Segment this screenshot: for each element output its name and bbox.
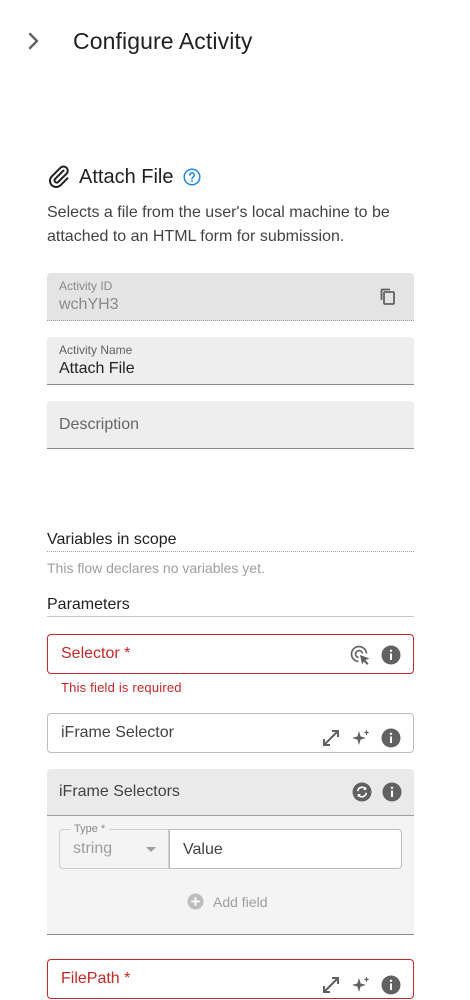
type-label: Type * <box>70 823 110 835</box>
variables-in-scope-title: Variables in scope <box>47 531 414 552</box>
iframe-selectors-header: iFrame Selectors <box>47 769 414 816</box>
description-placeholder: Description <box>59 416 140 433</box>
type-select[interactable]: Type * string <box>59 823 169 869</box>
activity-id-value: wchYH3 <box>59 296 119 313</box>
iframe-selector-field[interactable]: iFrame Selector <box>47 713 414 753</box>
add-field-button[interactable]: Add field <box>187 893 267 910</box>
activity-id-field: Activity ID wchYH3 <box>47 273 414 321</box>
filepath-field[interactable]: FilePath * <box>47 959 414 999</box>
copy-icon[interactable] <box>378 287 398 307</box>
type-value: string <box>73 840 113 857</box>
info-icon[interactable] <box>381 975 401 995</box>
info-icon[interactable] <box>381 645 401 665</box>
panel-header: Configure Activity <box>0 0 470 84</box>
variables-empty-note: This flow declares no variables yet. <box>47 560 265 576</box>
iframe-selectors-panel: iFrame Selectors Type * string Value Add… <box>47 769 414 935</box>
sparkle-icon[interactable] <box>351 728 371 748</box>
info-icon[interactable] <box>381 728 401 748</box>
iframe-selector-label: iFrame Selector <box>61 724 174 741</box>
selector-label: Selector * <box>61 645 131 662</box>
add-field-label: Add field <box>213 893 268 910</box>
value-input[interactable]: Value <box>169 829 402 869</box>
paperclip-icon <box>49 165 69 188</box>
info-icon[interactable] <box>382 782 402 802</box>
activity-name-label: Activity Name <box>59 343 133 357</box>
target-pointer-icon[interactable] <box>349 644 371 666</box>
expand-icon[interactable] <box>321 975 341 995</box>
parameters-title: Parameters <box>47 596 414 617</box>
iframe-selectors-title: iFrame Selectors <box>59 783 180 800</box>
page-title: Configure Activity <box>73 28 253 54</box>
selector-error: This field is required <box>61 680 182 695</box>
chevron-right-icon[interactable] <box>22 30 44 52</box>
description-field[interactable]: Description <box>47 401 414 449</box>
activity-name-field[interactable]: Activity Name Attach File <box>47 337 414 385</box>
help-icon[interactable] <box>183 168 202 186</box>
refresh-icon[interactable] <box>352 782 372 802</box>
activity-id-label: Activity ID <box>59 279 113 293</box>
sparkle-icon[interactable] <box>351 975 371 995</box>
activity-name-value[interactable]: Attach File <box>59 360 135 378</box>
activity-heading: Attach File <box>47 164 202 190</box>
value-placeholder: Value <box>183 841 223 858</box>
filepath-label: FilePath * <box>61 970 131 987</box>
selector-field[interactable]: Selector * <box>47 634 414 674</box>
caret-down-icon <box>146 847 156 852</box>
activity-title: Attach File <box>79 165 174 188</box>
expand-icon[interactable] <box>321 728 341 748</box>
activity-description: Selects a file from the user's local mac… <box>47 204 390 245</box>
add-circle-icon <box>187 893 204 910</box>
